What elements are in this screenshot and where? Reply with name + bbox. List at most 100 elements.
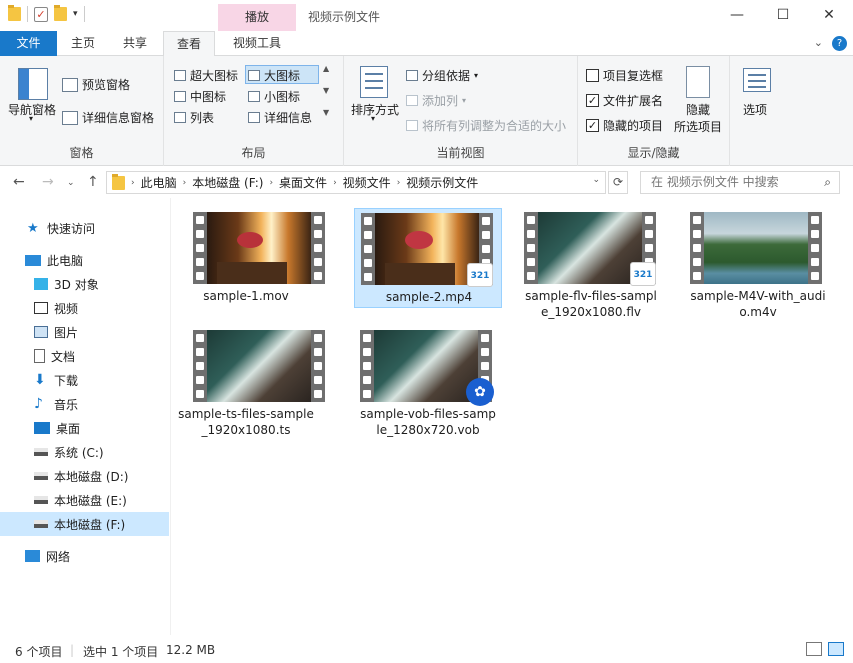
tab-home[interactable]: 主页: [58, 31, 108, 56]
nav-item-desktop[interactable]: 桌面: [0, 416, 169, 440]
help-icon[interactable]: ?: [832, 36, 847, 51]
maximize-button[interactable]: ☐: [760, 0, 806, 30]
group-show-hide: 项目复选框 ✓ 文件扩展名 ✓ 隐藏的项目 隐藏 所选项目 显示/隐藏: [578, 56, 730, 166]
hide-selected-button[interactable]: 隐藏: [686, 101, 710, 118]
hide-selected-icon: [686, 66, 710, 98]
add-columns-button[interactable]: 添加列 ▾: [406, 92, 466, 109]
forward-arrow-icon[interactable]: →: [42, 174, 54, 190]
file-item[interactable]: ✿ sample-vob-files-samp le_1280x720.vob: [354, 326, 502, 437]
breadcrumb-desktop-files[interactable]: 桌面文件: [279, 174, 327, 191]
minimize-button[interactable]: —: [714, 0, 760, 30]
layout-medium-icons[interactable]: 中图标: [174, 88, 226, 105]
chevron-right-icon[interactable]: ›: [333, 178, 337, 188]
chevron-down-icon: ▾: [462, 96, 467, 105]
breadcrumb-this-pc[interactable]: 此电脑: [141, 174, 177, 191]
search-icon[interactable]: ⌕: [824, 172, 831, 193]
nav-item-drive-f[interactable]: 本地磁盘 (F:): [0, 512, 169, 536]
chevron-right-icon[interactable]: ›: [183, 178, 187, 188]
customize-qat-icon[interactable]: ▾: [73, 9, 78, 19]
nav-item-this-pc[interactable]: 此电脑: [0, 248, 169, 272]
size-all-columns-button[interactable]: 将所有列调整为合适的大小: [406, 117, 566, 134]
chevron-right-icon[interactable]: ›: [131, 178, 135, 188]
nav-item-pictures[interactable]: 图片: [0, 320, 169, 344]
nav-label: 3D 对象: [54, 277, 99, 292]
layout-scroll-down[interactable]: ▼: [323, 86, 329, 95]
nav-label: 文档: [51, 349, 76, 364]
group-by-button[interactable]: 分组依据 ▾: [406, 67, 478, 84]
file-name: sample-ts-files-sample: [178, 407, 314, 421]
video-thumbnail: [690, 212, 822, 284]
nav-item-videos[interactable]: 视频: [0, 296, 169, 320]
ribbon-tabs: 文件 主页 共享 查看 视频工具: [0, 31, 853, 131]
address-bar[interactable]: › 此电脑 › 本地磁盘 (F:) › 桌面文件 › 视频文件 › 视频示例文件…: [106, 171, 606, 194]
chevron-down-icon[interactable]: ⌄: [592, 175, 600, 185]
nav-item-music[interactable]: ♪ 音乐: [0, 392, 169, 416]
details-view-icon[interactable]: [806, 642, 822, 656]
up-arrow-icon[interactable]: ↑: [87, 174, 99, 190]
new-folder-icon[interactable]: [54, 5, 67, 21]
breadcrumb-video-files[interactable]: 视频文件: [343, 174, 391, 191]
star-icon: ★: [27, 220, 39, 236]
music-note-icon: ♪: [34, 396, 43, 412]
pane-divider[interactable]: [170, 198, 171, 635]
search-box[interactable]: 在 视频示例文件 中搜索 ⌕: [640, 171, 840, 194]
file-item[interactable]: sample-1.mov: [172, 208, 325, 308]
breadcrumb-video-samples[interactable]: 视频示例文件: [406, 174, 478, 191]
nav-item-3d-objects[interactable]: 3D 对象: [0, 272, 169, 296]
large-icons-view-icon[interactable]: [828, 642, 844, 656]
nav-label: 本地磁盘 (F:): [54, 517, 126, 532]
nav-item-quick-access[interactable]: ★ 快速访问: [0, 216, 169, 240]
layout-small-icons[interactable]: 小图标: [248, 88, 300, 105]
nav-item-drive-e[interactable]: 本地磁盘 (E:): [0, 488, 169, 512]
refresh-icon[interactable]: ⟳: [608, 171, 628, 194]
recent-locations-icon[interactable]: ⌄: [67, 178, 75, 188]
tab-view[interactable]: 查看: [163, 31, 215, 57]
nav-label: 本地磁盘 (E:): [54, 493, 127, 508]
details-pane-button[interactable]: 详细信息窗格: [62, 109, 154, 126]
nav-item-drive-c[interactable]: 系统 (C:): [0, 440, 169, 464]
file-name: sample-M4V-with_audi: [690, 289, 826, 303]
nav-item-drive-d[interactable]: 本地磁盘 (D:): [0, 464, 169, 488]
nav-item-network[interactable]: 网络: [0, 544, 169, 568]
file-item-selected[interactable]: 321 sample-2.mp4: [354, 208, 502, 308]
tab-share[interactable]: 共享: [110, 31, 160, 56]
layout-label: 详细信息: [264, 111, 313, 125]
nav-label: 桌面: [56, 421, 81, 436]
network-icon: [25, 550, 40, 562]
preview-pane-icon: [62, 77, 78, 92]
file-item[interactable]: sample-ts-files-sample _1920x1080.ts: [172, 326, 325, 437]
properties-icon[interactable]: ✓: [34, 6, 48, 22]
layout-details[interactable]: 详细信息: [248, 109, 312, 126]
options-button[interactable]: 选项: [743, 101, 767, 118]
chevron-down-icon[interactable]: ⌄: [814, 36, 823, 49]
back-arrow-icon[interactable]: ←: [13, 174, 25, 190]
close-button[interactable]: ✕: [806, 0, 852, 30]
item-checkboxes-label: 项目复选框: [603, 69, 664, 83]
file-item[interactable]: 321 sample-flv-files-sampl e_1920x1080.f…: [517, 208, 665, 319]
preview-pane-label: 预览窗格: [82, 78, 131, 92]
wave-rock-frame: [374, 330, 478, 402]
chevron-right-icon[interactable]: ›: [269, 178, 273, 188]
nav-item-downloads[interactable]: ⬇ 下载: [0, 368, 169, 392]
hide-selected-button-line2[interactable]: 所选项目: [674, 118, 722, 135]
checkbox-checked[interactable]: ✓: [586, 119, 599, 132]
layout-large-icons[interactable]: 大图标: [248, 67, 300, 84]
separator: [27, 6, 28, 22]
breadcrumb-drive-f[interactable]: 本地磁盘 (F:): [192, 174, 263, 191]
hidden-items-toggle[interactable]: ✓ 隐藏的项目: [586, 117, 663, 134]
layout-list[interactable]: 列表: [174, 109, 214, 126]
checkbox-unchecked[interactable]: [586, 69, 599, 82]
file-name: sample-flv-files-sampl: [525, 289, 657, 303]
item-checkboxes-toggle[interactable]: 项目复选框: [586, 67, 663, 84]
layout-scroll-up[interactable]: ▲: [323, 64, 329, 73]
file-item[interactable]: sample-M4V-with_audi o.m4v: [684, 208, 832, 319]
layout-extra-large-icons[interactable]: 超大图标: [174, 67, 238, 84]
nav-item-documents[interactable]: 文档: [0, 344, 169, 368]
preview-pane-button[interactable]: 预览窗格: [62, 76, 130, 93]
file-extensions-toggle[interactable]: ✓ 文件扩展名: [586, 92, 663, 109]
layout-expand[interactable]: ▼: [323, 108, 329, 117]
chevron-right-icon[interactable]: ›: [397, 178, 401, 188]
tab-video-tools[interactable]: 视频工具: [218, 31, 296, 56]
media-player-classic-icon: 321: [467, 263, 493, 287]
checkbox-checked[interactable]: ✓: [586, 94, 599, 107]
